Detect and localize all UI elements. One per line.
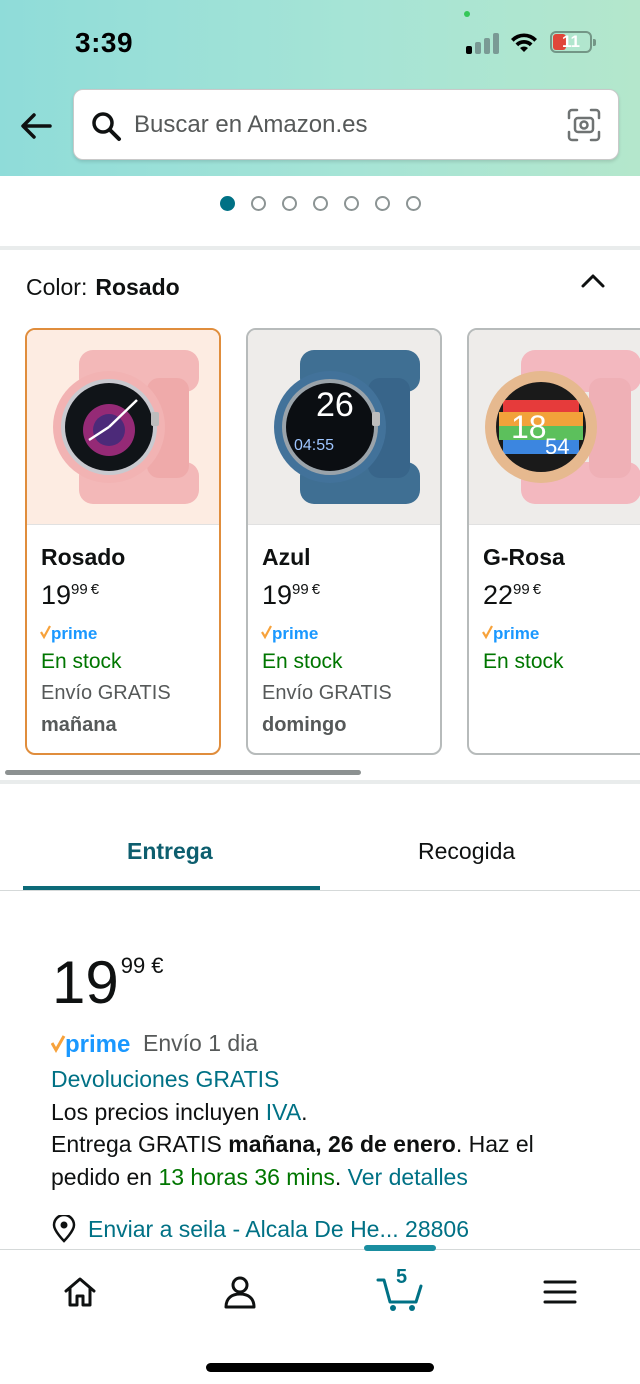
- smartwatch-pink-image: [53, 350, 199, 504]
- delivery-date: mañana, 26 de enero: [228, 1131, 456, 1157]
- prime-shipping-text: Envío 1 dia: [143, 1030, 259, 1056]
- section-divider: [0, 246, 640, 250]
- tab-entrega[interactable]: Entrega: [127, 838, 213, 865]
- bottom-navigation: 5: [0, 1245, 640, 1384]
- smartwatch-rainbow-image: 18 54: [485, 350, 640, 504]
- countdown-time: 13 horas 36 mins: [158, 1164, 335, 1190]
- selected-color: Rosado: [95, 274, 180, 300]
- prime-logo: prime: [482, 624, 539, 643]
- home-icon[interactable]: [60, 1272, 100, 1312]
- shipping-label: Envío GRATIS: [41, 682, 171, 704]
- camera-lens-icon[interactable]: [566, 107, 602, 143]
- svg-text:54: 54: [545, 434, 569, 459]
- stock-status: En stock: [41, 650, 122, 673]
- section-divider: [0, 780, 640, 784]
- order-countdown: pedido en 13 horas 36 mins. Ver detalles: [51, 1164, 468, 1190]
- home-indicator: [206, 1363, 434, 1372]
- see-details-link[interactable]: Ver detalles: [348, 1164, 468, 1190]
- product-image: 18 54: [469, 330, 640, 525]
- carousel-dot[interactable]: [220, 196, 235, 211]
- delivery-info: Entrega GRATIS mañana, 26 de enero. Haz …: [51, 1131, 534, 1157]
- account-icon[interactable]: [220, 1272, 260, 1312]
- chevron-up-icon[interactable]: [578, 268, 608, 294]
- free-returns-link[interactable]: Devoluciones GRATIS: [51, 1066, 279, 1093]
- prime-logo: prime: [51, 1031, 130, 1058]
- smartwatch-blue-image: 26 04:55: [274, 350, 420, 504]
- carousel-dot[interactable]: [375, 196, 390, 211]
- variant-price: 2299 €: [483, 580, 542, 610]
- search-bar[interactable]: [73, 89, 619, 160]
- cart-count-badge: 5: [396, 1266, 408, 1288]
- tab-divider: [0, 890, 640, 891]
- battery-level: 11: [562, 32, 580, 51]
- image-carousel-dots: [0, 193, 640, 215]
- deliver-to-address-link[interactable]: Enviar a seila - Alcala De He... 28806: [88, 1216, 469, 1243]
- svg-text:prime: prime: [272, 624, 318, 643]
- delivery-day: domingo: [262, 714, 347, 736]
- carousel-dot[interactable]: [406, 196, 421, 211]
- variant-name: Rosado: [41, 544, 126, 570]
- carousel-dot[interactable]: [344, 196, 359, 211]
- tax-note: Los precios incluyen IVA.: [51, 1099, 308, 1125]
- shipping-label: Envío GRATIS: [262, 682, 392, 704]
- menu-icon[interactable]: [540, 1272, 580, 1312]
- carousel-dot[interactable]: [251, 196, 266, 211]
- svg-text:prime: prime: [51, 624, 97, 643]
- delivery-day: mañana: [41, 714, 117, 736]
- back-arrow-icon[interactable]: [18, 108, 54, 144]
- offer-price: 1999 €: [52, 949, 164, 1016]
- color-variant-azul[interactable]: 26 04:55 Azul 1999 € prime En stock Envío…: [246, 328, 442, 755]
- wifi-icon: [511, 33, 537, 52]
- privacy-indicator-dot: [464, 11, 470, 17]
- color-selector-label: Color: Rosado: [26, 274, 180, 300]
- horizontal-scrollbar[interactable]: [5, 770, 361, 775]
- stock-status: En stock: [262, 650, 343, 673]
- stock-status: En stock: [483, 650, 564, 673]
- svg-text:18: 18: [511, 409, 547, 445]
- carousel-dot[interactable]: [313, 196, 328, 211]
- status-time: 3:39: [75, 27, 134, 58]
- variant-price: 1999 €: [41, 580, 100, 610]
- active-nav-indicator: [364, 1245, 436, 1251]
- cellular-signal-icon: [466, 32, 500, 54]
- prime-logo: prime: [40, 624, 97, 643]
- product-image: 26 04:55: [248, 330, 440, 525]
- tab-recogida[interactable]: Recogida: [418, 838, 515, 865]
- svg-text:04:55: 04:55: [294, 437, 334, 454]
- svg-text:prime: prime: [65, 1031, 130, 1058]
- location-pin-icon: [52, 1215, 76, 1243]
- variant-price: 1999 €: [262, 580, 321, 610]
- status-bar: 3:39 11: [0, 0, 640, 84]
- color-variant-g-rosa[interactable]: 18 54 G-Rosa 2299 € prime En stock: [467, 328, 640, 755]
- battery-icon: 11: [550, 31, 596, 53]
- svg-text:26: 26: [316, 386, 354, 424]
- prime-logo: prime: [261, 624, 318, 643]
- product-image: [27, 330, 219, 525]
- carousel-dot[interactable]: [282, 196, 297, 211]
- variant-name: G-Rosa: [483, 544, 565, 570]
- header: 3:39 11: [0, 0, 640, 176]
- search-input[interactable]: [134, 90, 534, 159]
- svg-text:prime: prime: [493, 624, 539, 643]
- variant-name: Azul: [262, 544, 311, 570]
- iva-link[interactable]: IVA: [266, 1099, 301, 1125]
- search-icon: [92, 112, 121, 141]
- color-variant-rosado[interactable]: Rosado 1999 € prime En stock Envío GRATIS…: [25, 328, 221, 755]
